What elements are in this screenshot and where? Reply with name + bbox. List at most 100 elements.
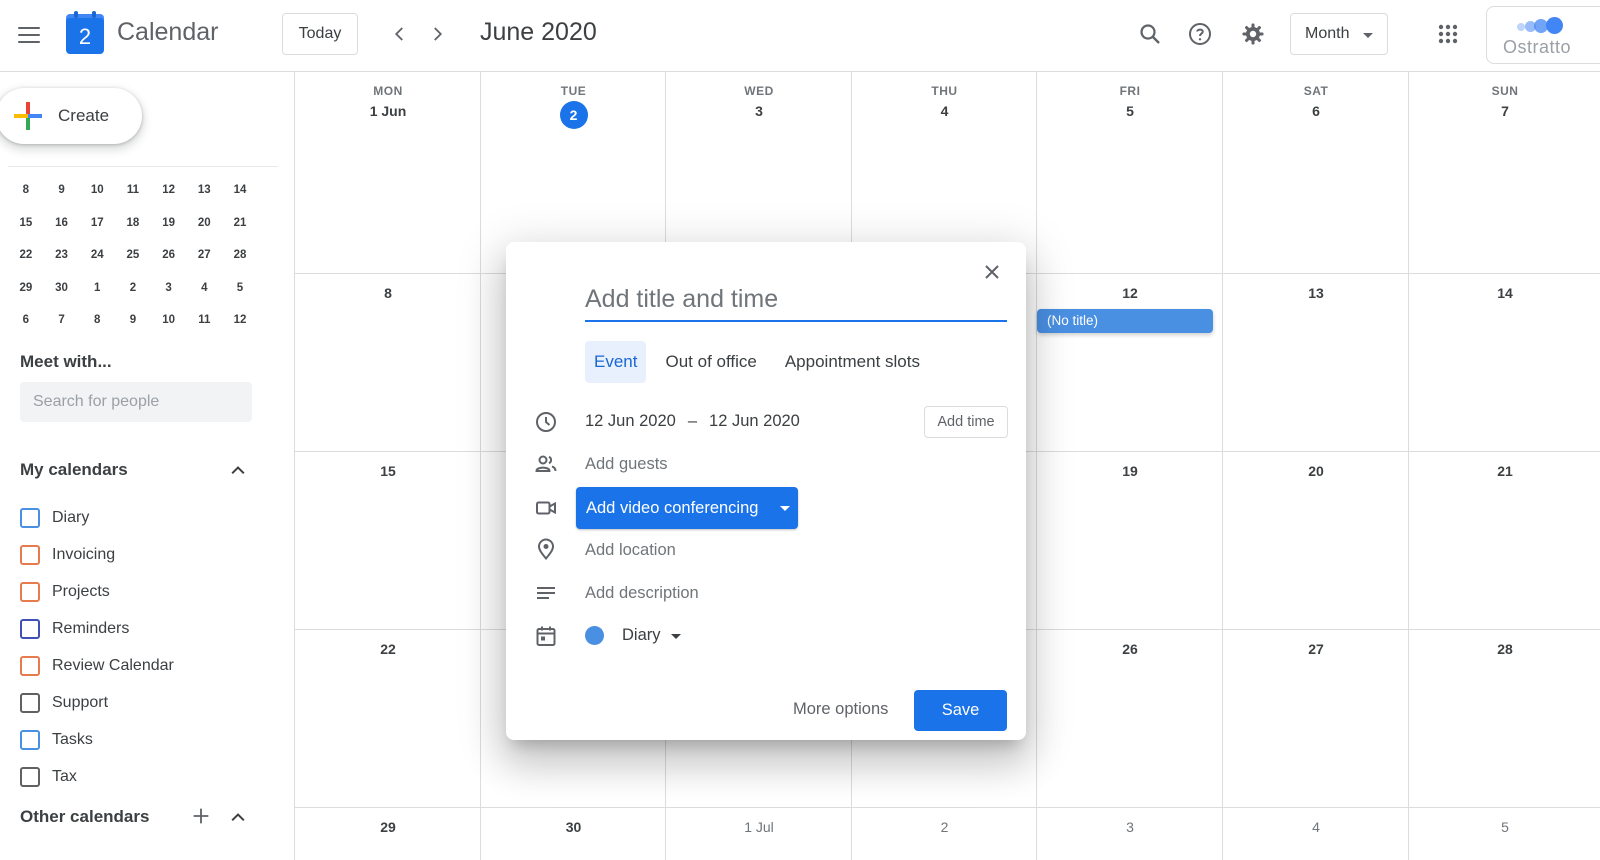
calendar-item[interactable]: Reminders [20,610,280,647]
menu-icon[interactable] [14,20,44,50]
day-header[interactable]: TUE 2 [481,84,666,129]
mini-calendar-day[interactable]: 9 [115,314,151,326]
date-number[interactable]: 13 [1223,285,1409,301]
mini-calendar-day[interactable]: 3 [151,282,187,294]
mini-calendar-day[interactable]: 23 [44,249,80,261]
add-calendar-icon[interactable] [190,805,212,827]
mini-calendar-day[interactable]: 1 [79,282,115,294]
day-header[interactable]: SUN 7 [1409,84,1600,119]
calendar-selector[interactable]: Diary [585,626,681,645]
search-icon[interactable] [1134,18,1166,50]
mini-calendar-day[interactable]: 18 [115,217,151,229]
other-calendars-title[interactable]: Other calendars [20,807,149,827]
date-range[interactable]: 12 Jun 2020 – 12 Jun 2020 [585,412,800,431]
mini-calendar-day[interactable]: 28 [222,249,258,261]
mini-calendar-day[interactable]: 11 [186,314,222,326]
mini-calendar-day[interactable]: 5 [222,282,258,294]
date-number[interactable]: 22 [295,641,481,657]
create-button[interactable]: Create [0,88,142,144]
account-switcher[interactable]: Ostratto [1486,6,1600,64]
date-number[interactable]: 19 [1037,463,1223,479]
date-number[interactable]: 1 Jun [295,103,481,119]
date-number[interactable]: 14 [1409,285,1600,301]
mini-calendar-day[interactable]: 12 [222,314,258,326]
event-chip[interactable]: (No title) [1037,309,1213,333]
mini-calendar-day[interactable]: 27 [186,249,222,261]
date-number[interactable]: 5 [1409,819,1600,835]
mini-calendar-day[interactable]: 12 [151,184,187,196]
checkbox-icon[interactable] [20,655,40,676]
date-number[interactable]: 6 [1223,103,1409,119]
add-time-button[interactable]: Add time [924,406,1008,438]
checkbox-icon[interactable] [20,507,40,528]
tab-out-of-office[interactable]: Out of office [656,341,765,383]
close-icon[interactable] [980,260,1004,284]
start-date[interactable]: 12 Jun 2020 [585,412,676,431]
save-button[interactable]: Save [914,690,1007,731]
checkbox-icon[interactable] [20,730,40,751]
date-number[interactable]: 15 [295,463,481,479]
day-header[interactable]: MON 1 Jun [295,84,481,119]
checkbox-icon[interactable] [20,544,40,565]
mini-calendar-day[interactable]: 25 [115,249,151,261]
apps-grid-icon[interactable] [1432,18,1464,50]
mini-calendar-day[interactable]: 30 [44,282,80,294]
mini-calendar-day[interactable]: 8 [8,184,44,196]
mini-calendar-day[interactable]: 9 [44,184,80,196]
date-number[interactable]: 30 [481,819,666,835]
calendar-logo-icon[interactable]: 2 [66,11,104,54]
add-location-field[interactable]: Add location [585,541,676,560]
mini-calendar-day[interactable]: 20 [186,217,222,229]
day-header[interactable]: THU 4 [852,84,1037,119]
date-number[interactable]: 26 [1037,641,1223,657]
tab-event[interactable]: Event [585,341,647,383]
checkbox-icon[interactable] [20,581,40,602]
date-number[interactable]: 28 [1409,641,1600,657]
checkbox-icon[interactable] [20,618,40,639]
today-date-badge[interactable]: 2 [559,101,588,129]
calendar-item[interactable]: Support [20,684,280,721]
calendar-item[interactable]: Tax [20,759,280,796]
checkbox-icon[interactable] [20,693,40,714]
calendar-item[interactable]: Diary [20,499,280,536]
checkbox-icon[interactable] [20,767,40,788]
calendar-item[interactable]: Projects [20,573,280,610]
search-people-input[interactable] [20,382,252,422]
calendar-item[interactable]: Tasks [20,722,280,759]
date-number[interactable]: 27 [1223,641,1409,657]
calendar-item[interactable]: Review Calendar [20,647,280,684]
date-number[interactable]: 4 [1223,819,1409,835]
date-number[interactable]: 7 [1409,103,1600,119]
add-guests-field[interactable]: Add guests [585,455,668,474]
date-number[interactable]: 21 [1409,463,1600,479]
mini-calendar-day[interactable]: 4 [186,282,222,294]
mini-calendar-day[interactable]: 15 [8,217,44,229]
date-number[interactable]: 5 [1037,103,1223,119]
chevron-left-icon[interactable] [385,19,415,49]
mini-calendar-day[interactable]: 16 [44,217,80,229]
chevron-right-icon[interactable] [422,19,452,49]
date-number[interactable]: 20 [1223,463,1409,479]
date-number[interactable]: 8 [295,285,481,301]
view-selector[interactable]: Month [1290,13,1388,55]
mini-calendar-day[interactable]: 21 [222,217,258,229]
date-number[interactable]: 29 [295,819,481,835]
add-video-conferencing-button[interactable]: Add video conferencing [576,487,798,529]
mini-calendar-day[interactable]: 6 [8,314,44,326]
mini-calendar-day[interactable]: 7 [44,314,80,326]
date-number[interactable]: 3 [1037,819,1223,835]
mini-calendar-day[interactable]: 11 [115,184,151,196]
day-header[interactable]: WED 3 [666,84,852,119]
mini-calendar-day[interactable]: 26 [151,249,187,261]
add-description-field[interactable]: Add description [585,584,699,603]
calendar-item[interactable]: Invoicing [20,536,280,573]
mini-calendar-day[interactable]: 22 [8,249,44,261]
mini-calendar-day[interactable]: 13 [186,184,222,196]
mini-calendar-day[interactable]: 2 [115,282,151,294]
help-icon[interactable] [1184,18,1216,50]
day-header[interactable]: FRI 5 [1037,84,1223,119]
date-number[interactable]: 4 [852,103,1037,119]
mini-calendar-day[interactable]: 19 [151,217,187,229]
mini-calendar-day[interactable]: 29 [8,282,44,294]
chevron-up-icon[interactable] [228,807,248,827]
